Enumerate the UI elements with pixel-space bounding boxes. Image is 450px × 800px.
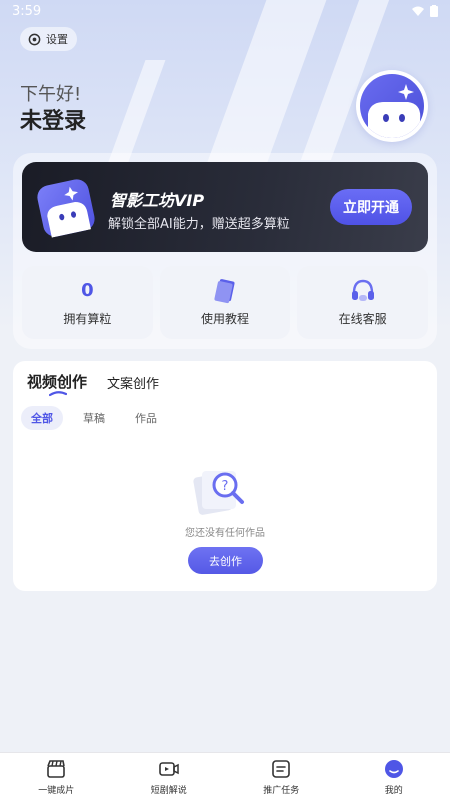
headset-icon (351, 279, 374, 301)
book-icon (214, 279, 235, 304)
settings-button[interactable]: 设置 (20, 27, 77, 51)
bottom-tab-bar: 一键成片 短剧解说 推广任务 我的 (0, 752, 450, 800)
video-camera-icon (158, 761, 179, 776)
tab-video-creation[interactable]: 视频创作 (27, 371, 88, 397)
quick-actions: 0 拥有算粒 使用教程 在线客服 (22, 266, 429, 339)
work-filters: 全部 草稿 作品 (21, 406, 167, 430)
tab-promotion-tasks[interactable]: 推广任务 (225, 753, 338, 800)
vip-logo-icon (35, 177, 97, 239)
robot-avatar-icon (368, 84, 421, 138)
vip-banner[interactable]: 智影工坊VIP 解锁全部AI能力，赠送超多算粒 立即开通 (22, 162, 428, 252)
credits-label: 拥有算粒 (63, 312, 112, 326)
tab-mine[interactable]: 我的 (338, 753, 450, 800)
profile-face-icon (384, 759, 403, 778)
clapperboard-icon (47, 759, 66, 778)
filter-all[interactable]: 全部 (21, 406, 63, 430)
svg-text:?: ? (222, 479, 229, 494)
tab-mine-label: 我的 (384, 785, 403, 796)
tab-video-creation-label: 视频创作 (27, 373, 88, 391)
tab-promotion-tasks-label: 推广任务 (263, 785, 300, 796)
tab-drama-commentary-label: 短剧解说 (150, 785, 187, 796)
creation-tabs: 视频创作 文案创作 (27, 371, 159, 397)
tutorial-tile[interactable]: 使用教程 (159, 266, 291, 339)
empty-state-text: 您还没有任何作品 (185, 528, 265, 539)
support-label: 在线客服 (338, 312, 387, 326)
status-bar: 3:59 (0, 0, 450, 22)
vip-activate-button[interactable]: 立即开通 (330, 189, 412, 225)
active-tab-indicator (49, 391, 67, 397)
vip-title: 智影工坊VIP (110, 191, 205, 210)
tab-drama-commentary[interactable]: 短剧解说 (113, 753, 226, 800)
tutorial-label: 使用教程 (201, 312, 250, 326)
settings-label: 设置 (46, 33, 68, 46)
avatar[interactable] (356, 70, 428, 142)
username[interactable]: 未登录 (20, 103, 86, 135)
task-list-icon (272, 759, 291, 778)
credits-tile[interactable]: 0 拥有算粒 (22, 266, 153, 339)
credits-value: 0 (81, 280, 94, 301)
battery-icon (430, 5, 438, 17)
go-create-button[interactable]: 去创作 (188, 547, 263, 574)
filter-drafts[interactable]: 草稿 (73, 406, 115, 430)
tab-one-click-video[interactable]: 一键成片 (0, 753, 113, 800)
wifi-icon (412, 6, 424, 16)
tab-one-click-video-label: 一键成片 (38, 785, 75, 796)
status-time: 3:59 (12, 3, 42, 19)
filter-works[interactable]: 作品 (125, 406, 167, 430)
tab-copy-creation[interactable]: 文案创作 (107, 373, 159, 392)
support-tile[interactable]: 在线客服 (297, 266, 429, 339)
works-card: 视频创作 文案创作 全部 草稿 作品 ? 您还没有任何作品 去创作 (13, 361, 437, 591)
vip-subtitle: 解锁全部AI能力，赠送超多算粒 (108, 217, 290, 232)
gear-icon (28, 33, 41, 45)
empty-search-icon: ? (193, 471, 244, 515)
